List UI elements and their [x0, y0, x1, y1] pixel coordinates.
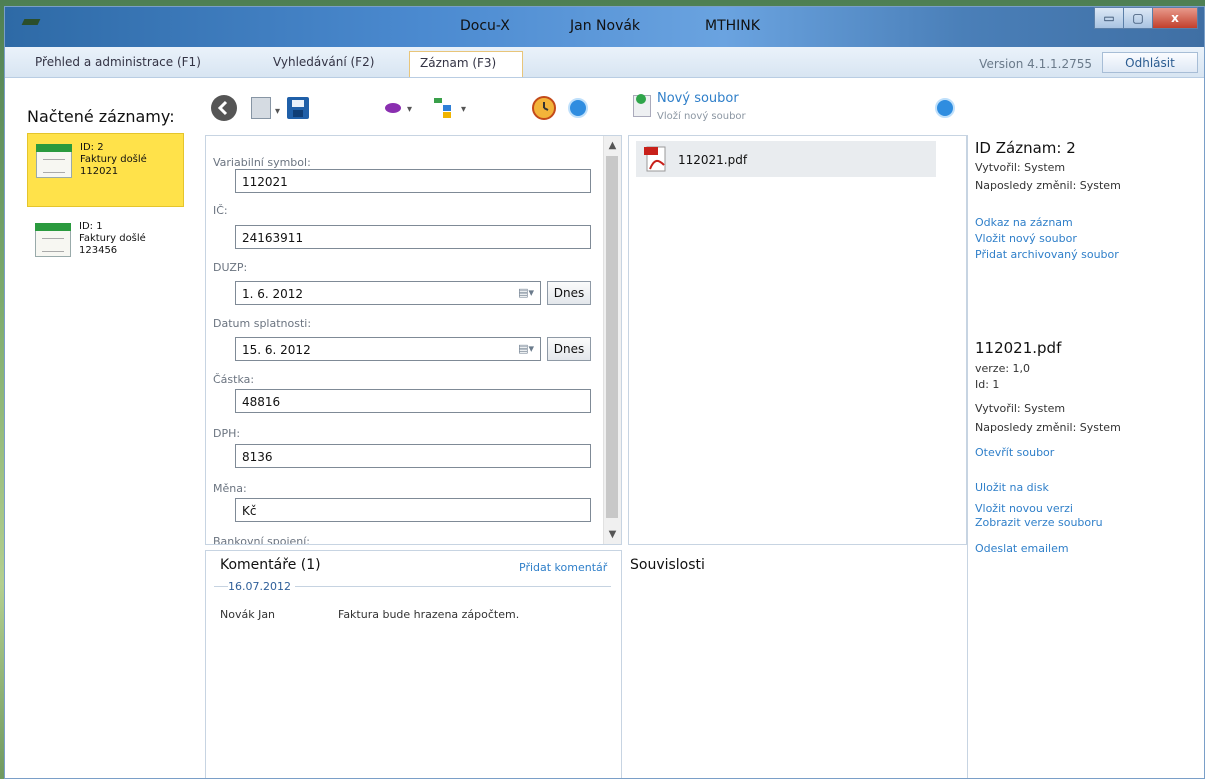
add-comment-link[interactable]: Přidat komentář: [519, 561, 607, 574]
record-id: ID: 1: [79, 221, 103, 232]
file-version: verze: 1,0: [975, 362, 1031, 375]
field-label-duzp: DUZP:: [213, 261, 248, 274]
file-name: 112021.pdf: [678, 153, 748, 167]
dropdown-icon[interactable]: ▾: [407, 104, 412, 115]
field-label-bank: Bankovní spojení:: [213, 535, 311, 545]
maximize-button[interactable]: ▢: [1123, 7, 1153, 29]
insert-new-version-link[interactable]: Vložit novou verzi: [975, 502, 1073, 515]
send-email-link[interactable]: Odeslat emailem: [975, 542, 1069, 555]
scroll-down-icon[interactable]: ▼: [606, 529, 619, 540]
field-label-ic: IČ:: [213, 204, 228, 217]
right-panel-divider: [967, 135, 968, 778]
due-date-input[interactable]: 15. 6. 2012 ▤▾: [235, 337, 541, 361]
record-id: ID: 2: [80, 142, 104, 153]
tab-search[interactable]: Vyhledávání (F2): [273, 55, 374, 69]
logout-button[interactable]: Odhlásit: [1102, 52, 1198, 73]
tab-bar: Přehled a administrace (F1) Vyhledávání …: [5, 47, 1204, 78]
app-icon: [21, 19, 41, 25]
insert-new-file-link[interactable]: Vložit nový soubor: [975, 232, 1077, 245]
new-file-sublabel: Vloží nový soubor: [657, 111, 746, 122]
tab-record[interactable]: Záznam (F3): [409, 51, 524, 77]
scroll-thumb[interactable]: [606, 156, 618, 518]
record-item-2[interactable]: ID: 2 Faktury došlé 112021: [27, 133, 184, 207]
file-modified: Naposledy změnil: System: [975, 421, 1121, 434]
pdf-icon: [644, 146, 666, 172]
add-archived-file-link[interactable]: Přidat archivovaný soubor: [975, 248, 1119, 261]
currency-input[interactable]: Kč: [235, 498, 591, 522]
record-number: 112021: [80, 166, 119, 177]
field-label-vat: DPH:: [213, 427, 241, 440]
workflow-icon[interactable]: [433, 97, 457, 119]
tab-overview[interactable]: Přehled a administrace (F1): [35, 55, 201, 69]
title-bar[interactable]: Docu-X Jan Novák MTHINK ▭ ▢ x: [5, 7, 1204, 47]
comment-date: 16.07.2012: [228, 580, 295, 593]
record-form-panel: Variabilní symbol: 112021 IČ: 24163911 D…: [205, 135, 622, 545]
scroll-up-icon[interactable]: ▲: [606, 140, 619, 151]
due-date-today-button[interactable]: Dnes: [547, 337, 591, 361]
comments-panel: Komentáře (1) Přidat komentář 16.07.2012…: [205, 550, 622, 778]
amount-input[interactable]: 48816: [235, 389, 591, 413]
app-title: Docu-X: [460, 18, 510, 34]
duzp-value: 1. 6. 2012: [242, 287, 304, 301]
duzp-input[interactable]: 1. 6. 2012 ▤▾: [235, 281, 541, 305]
new-file-button[interactable]: Nový soubor: [657, 91, 739, 106]
loaded-records-title: Načtené záznamy:: [27, 107, 175, 126]
app-window: Docu-X Jan Novák MTHINK ▭ ▢ x Přehled a …: [4, 6, 1205, 779]
save-icon[interactable]: [287, 97, 309, 119]
document-icon[interactable]: [251, 97, 271, 119]
show-versions-link[interactable]: Zobrazit verze souboru: [975, 516, 1103, 529]
form-scrollbar[interactable]: ▲ ▼: [603, 136, 621, 544]
related-title: Souvislosti: [630, 557, 705, 573]
comments-title: Komentáře (1): [220, 557, 321, 573]
file-info-title: 112021.pdf: [975, 339, 1062, 357]
field-label-amount: Částka:: [213, 373, 255, 386]
record-type: Faktury došlé: [80, 154, 147, 165]
close-button[interactable]: x: [1152, 7, 1198, 29]
calendar-dropdown-icon[interactable]: ▤▾: [518, 286, 534, 299]
due-date-value: 15. 6. 2012: [242, 343, 311, 357]
refresh-icon[interactable]: [568, 98, 588, 118]
new-file-icon[interactable]: [633, 94, 651, 117]
ic-input[interactable]: 24163911: [235, 225, 591, 249]
history-icon[interactable]: [532, 96, 556, 120]
record-modified: Naposledy změnil: System: [975, 179, 1121, 192]
record-info-title: ID Záznam: 2: [975, 139, 1076, 157]
file-row[interactable]: 112021.pdf: [636, 141, 936, 177]
comment-text: Faktura bude hrazena zápočtem.: [338, 608, 520, 621]
calendar-icon: [36, 144, 72, 178]
field-label-variable-symbol: Variabilní symbol:: [213, 156, 311, 169]
calendar-dropdown-icon[interactable]: ▤▾: [518, 342, 534, 355]
add-icon: [636, 94, 646, 104]
record-number: 123456: [79, 245, 118, 256]
duzp-today-button[interactable]: Dnes: [547, 281, 591, 305]
record-item-1[interactable]: ID: 1 Faktury došlé 123456: [27, 213, 184, 281]
dropdown-icon[interactable]: ▾: [461, 104, 466, 115]
user-name: Jan Novák: [570, 18, 641, 34]
window-controls: ▭ ▢ x: [1094, 7, 1198, 29]
variable-symbol-input[interactable]: 112021: [235, 169, 591, 193]
comment-author: Novák Jan: [220, 608, 276, 621]
record-type: Faktury došlé: [79, 233, 146, 244]
file-id: Id: 1: [975, 378, 1000, 391]
record-link-link[interactable]: Odkaz na záznam: [975, 216, 1073, 229]
back-icon[interactable]: [211, 95, 237, 121]
company-name: MTHINK: [705, 18, 760, 34]
file-created: Vytvořil: System: [975, 402, 1066, 415]
version-label: Version 4.1.1.2755: [979, 57, 1092, 71]
field-label-currency: Měna:: [213, 482, 247, 495]
refresh-files-icon[interactable]: [935, 98, 955, 118]
open-file-link[interactable]: Otevřít soubor: [975, 446, 1054, 459]
calendar-icon: [35, 223, 71, 257]
vat-input[interactable]: 8136: [235, 444, 591, 468]
save-to-disk-link[interactable]: Uložit na disk: [975, 481, 1049, 494]
minimize-button[interactable]: ▭: [1094, 7, 1124, 29]
dropdown-icon[interactable]: ▾: [275, 106, 280, 117]
files-panel: 112021.pdf: [628, 135, 967, 545]
tag-icon[interactable]: [385, 103, 401, 113]
record-created: Vytvořil: System: [975, 161, 1066, 174]
field-label-due-date: Datum splatnosti:: [213, 317, 312, 330]
